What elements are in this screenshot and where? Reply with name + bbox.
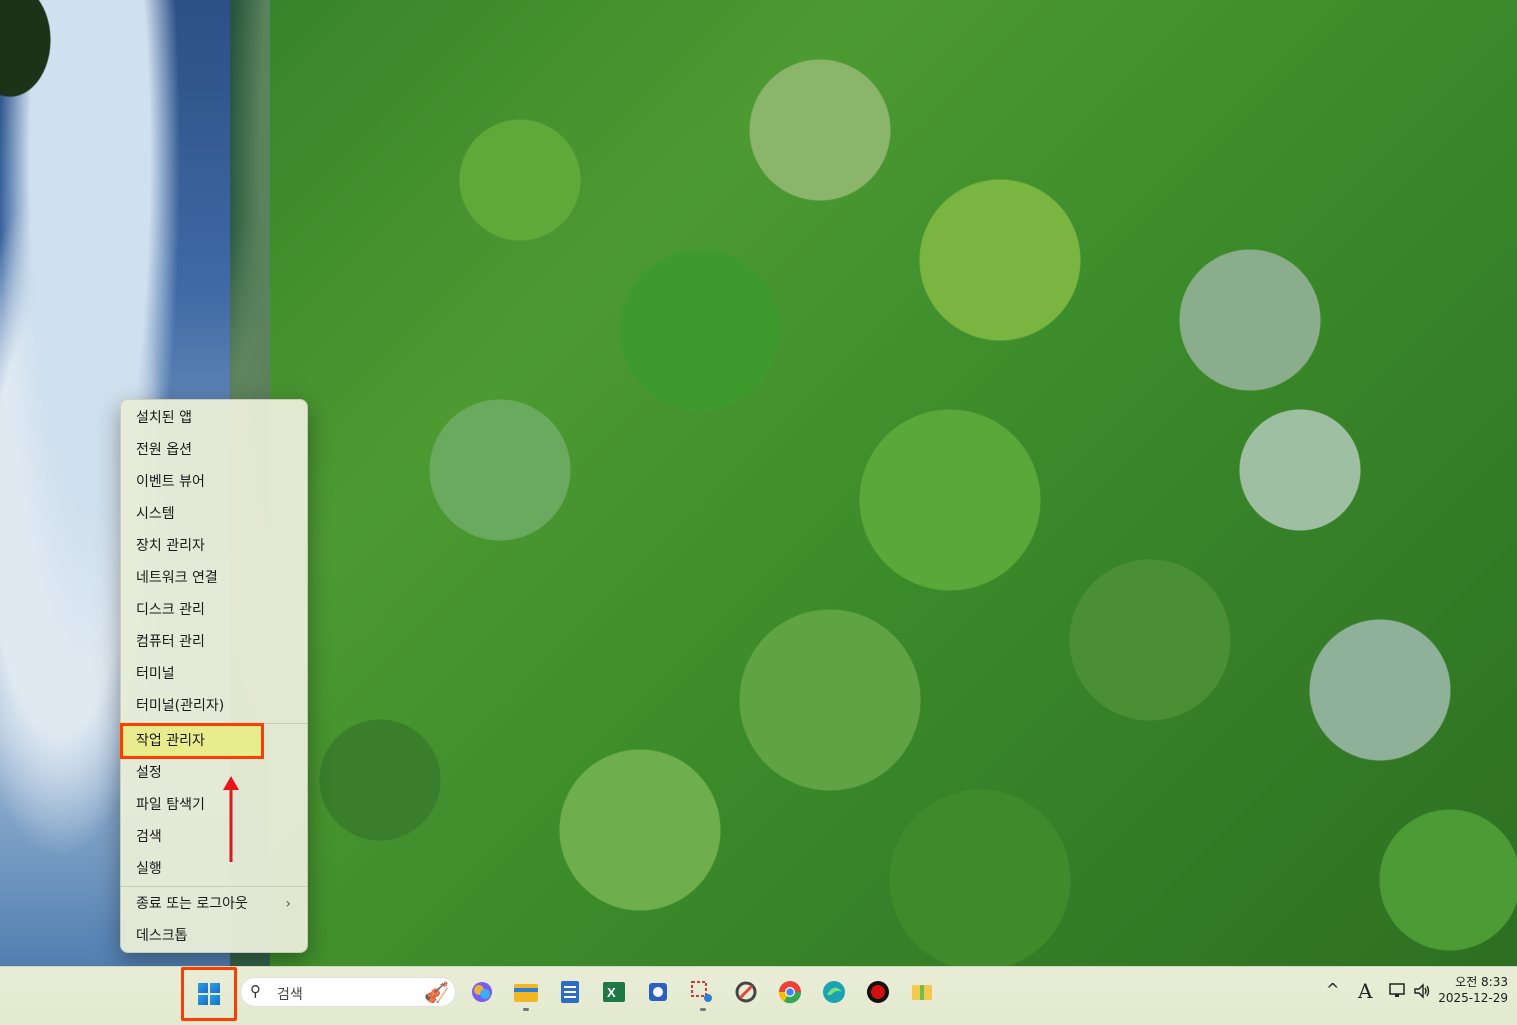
volume-icon[interactable] (1412, 981, 1432, 1006)
annotation-arrow-icon (223, 776, 239, 862)
running-indicator (523, 1008, 529, 1011)
svg-text:X: X (607, 985, 616, 1000)
show-hidden-icons-chevron-icon[interactable]: ^ (1326, 980, 1339, 999)
menu-item-shutdown-signout[interactable]: 종료 또는 로그아웃 › (121, 888, 307, 920)
menu-item-system[interactable]: 시스템 (121, 498, 307, 530)
violin-icon: 🎻 (424, 980, 449, 1004)
record-icon[interactable] (863, 977, 893, 1007)
folder-app-icon[interactable] (907, 977, 937, 1007)
chrome-icon[interactable] (775, 977, 805, 1007)
menu-item-settings[interactable]: 설정 (121, 757, 307, 789)
menu-item-run[interactable]: 실행 (121, 853, 307, 885)
menu-separator (121, 886, 307, 887)
menu-item-computer-management[interactable]: 컴퓨터 관리 (121, 626, 307, 658)
clock[interactable]: 오전 8:33 2025-12-29 (1438, 974, 1508, 1006)
menu-item-task-manager[interactable]: 작업 관리자 (120, 723, 264, 759)
menu-item-file-explorer[interactable]: 파일 탐색기 (121, 789, 307, 821)
menu-item-terminal-admin[interactable]: 터미널(관리자) (121, 690, 307, 722)
ime-indicator-icon[interactable]: A (1358, 979, 1372, 1003)
menu-item-shutdown-label: 종료 또는 로그아웃 (136, 896, 248, 912)
start-button[interactable] (181, 967, 237, 1021)
windows-logo-icon (198, 983, 220, 1005)
menu-item-power-options[interactable]: 전원 옵션 (121, 434, 307, 466)
winx-context-menu: 설치된 앱 전원 옵션 이벤트 뷰어 시스템 장치 관리자 네트워크 연결 디스… (120, 399, 308, 953)
edit-app-icon[interactable] (731, 977, 761, 1007)
snipping-tool-icon[interactable] (687, 977, 717, 1007)
file-explorer-icon[interactable] (511, 977, 541, 1007)
menu-item-search[interactable]: 검색 (121, 821, 307, 853)
menu-separator (121, 723, 307, 724)
menu-item-disk-management[interactable]: 디스크 관리 (121, 594, 307, 626)
edge-icon[interactable] (819, 977, 849, 1007)
excel-icon[interactable]: X (599, 977, 629, 1007)
taskbar-search-box[interactable]: ⚲ 검색 🎻 (240, 977, 456, 1007)
menu-item-network-connections[interactable]: 네트워크 연결 (121, 562, 307, 594)
chevron-right-icon: › (285, 896, 291, 912)
system-tray: ^ A 오전 8:33 2025-12-29 (1320, 967, 1517, 1025)
taskbar: ⚲ 검색 🎻 X ^ A 오전 8:33 2025-12-29 (0, 966, 1517, 1025)
menu-item-device-manager[interactable]: 장치 관리자 (121, 530, 307, 562)
search-placeholder: 검색 (277, 987, 303, 1003)
menu-item-event-viewer[interactable]: 이벤트 뷰어 (121, 466, 307, 498)
copilot-icon[interactable] (467, 977, 497, 1007)
notepad-icon[interactable] (555, 977, 585, 1007)
network-icon[interactable] (1388, 981, 1408, 1006)
clock-date: 2025-12-29 (1438, 991, 1508, 1005)
clock-time: 오전 8:33 (1455, 975, 1508, 989)
menu-item-terminal[interactable]: 터미널 (121, 658, 307, 690)
search-icon: ⚲ (250, 982, 261, 1000)
running-indicator (700, 1008, 706, 1011)
network-tool-icon[interactable] (643, 977, 673, 1007)
menu-item-desktop[interactable]: 데스크톱 (121, 920, 307, 952)
menu-item-installed-apps[interactable]: 설치된 앱 (121, 402, 307, 434)
